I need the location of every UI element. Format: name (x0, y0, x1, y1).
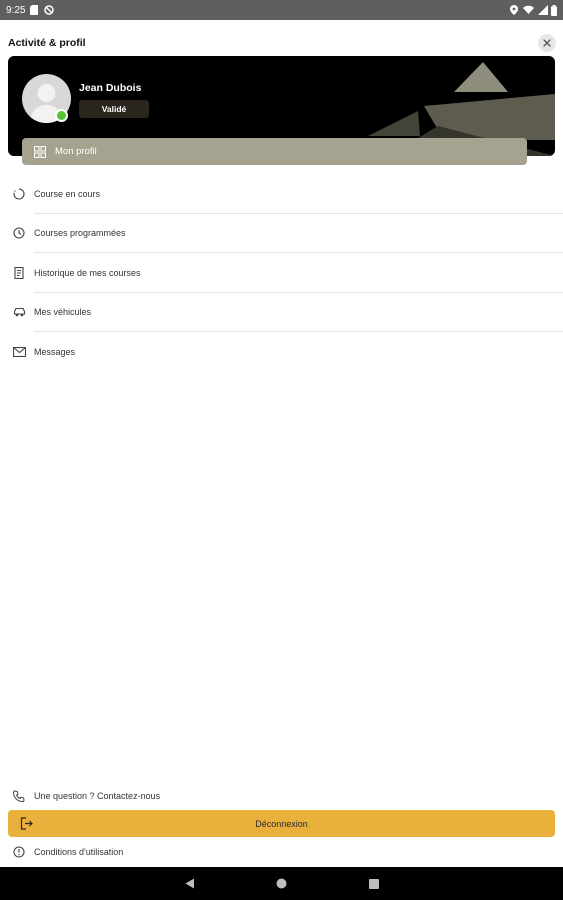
online-indicator (55, 109, 68, 122)
page-header: Activité & profil (0, 30, 563, 56)
terms-label: Conditions d'utilisation (34, 847, 124, 857)
close-button[interactable] (538, 34, 556, 52)
menu-item-label: Historique de mes courses (34, 267, 141, 278)
clock-icon (12, 226, 26, 240)
menu-item-label: Course en cours (34, 188, 101, 199)
progress-circle-icon (12, 187, 26, 201)
mail-icon (12, 345, 26, 359)
back-icon[interactable] (183, 877, 197, 891)
receipt-icon (12, 266, 26, 280)
menu-item-label: Messages (34, 346, 76, 357)
location-icon (510, 5, 519, 15)
phone-icon (12, 789, 26, 803)
my-profile-label: Mon profil (55, 146, 97, 157)
close-icon (543, 39, 551, 47)
page-title: Activité & profil (8, 37, 86, 49)
menu-item-current-ride[interactable]: Course en cours (0, 174, 563, 214)
battery-icon (551, 5, 557, 16)
menu-item-messages[interactable]: Messages (0, 332, 563, 372)
contact-label: Une question ? Contactez-nous (34, 791, 161, 801)
signal-icon (538, 5, 548, 15)
logout-label: Déconnexion (255, 818, 308, 829)
activity-menu: Course en cours Courses programmées Hist… (0, 174, 563, 372)
status-badge: Validé (79, 100, 149, 118)
menu-item-label: Mes véhicules (34, 307, 92, 318)
do-not-disturb-icon (44, 5, 55, 15)
menu-item-ride-history[interactable]: Historique de mes courses (0, 253, 563, 293)
menu-item-scheduled-rides[interactable]: Courses programmées (0, 214, 563, 254)
wifi-icon (523, 5, 534, 15)
user-name: Jean Dubois (79, 82, 142, 94)
sd-card-icon (30, 5, 39, 15)
my-profile-button[interactable]: Mon profil (22, 138, 527, 165)
status-time: 9:25 (6, 4, 26, 16)
system-nav-bar (0, 867, 563, 900)
info-icon (12, 845, 26, 859)
status-bar: 9:25 (0, 0, 563, 20)
recents-icon[interactable] (367, 877, 381, 891)
logout-icon (20, 817, 33, 832)
menu-item-vehicles[interactable]: Mes véhicules (0, 293, 563, 333)
car-icon (12, 305, 26, 319)
contact-link[interactable]: Une question ? Contactez-nous (0, 786, 563, 806)
grid-icon (34, 145, 46, 158)
terms-link[interactable]: Conditions d'utilisation (0, 842, 563, 862)
home-icon[interactable] (275, 877, 289, 891)
logout-button[interactable]: Déconnexion (8, 810, 555, 837)
menu-item-label: Courses programmées (34, 228, 126, 239)
